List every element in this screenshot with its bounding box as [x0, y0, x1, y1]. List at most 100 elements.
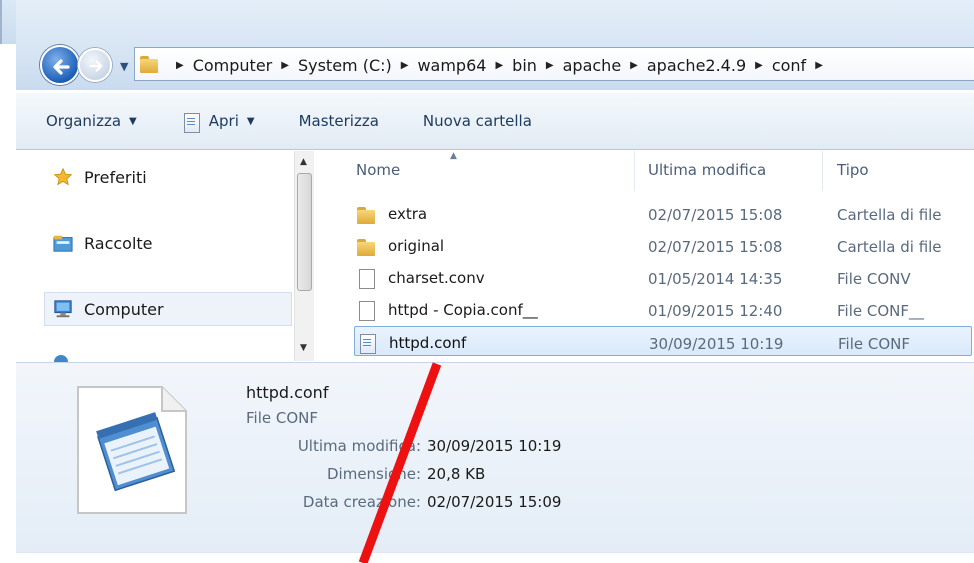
file-type: Cartella di file: [837, 238, 942, 256]
organize-button[interactable]: Organizza ▼: [46, 112, 137, 130]
file-name-cell: charset.conv: [356, 268, 485, 289]
status-strip: [16, 552, 974, 563]
burn-label: Masterizza: [298, 112, 379, 130]
file-name: httpd - Copia.conf__: [388, 301, 538, 319]
new-folder-button[interactable]: Nuova cartella: [423, 112, 532, 130]
chevron-right-icon[interactable]: ▶: [630, 60, 638, 71]
chevron-right-icon[interactable]: ▶: [281, 60, 289, 71]
chevron-down-icon: ▼: [129, 115, 137, 127]
folder-icon: [139, 53, 161, 75]
folder-icon: [356, 236, 378, 256]
breadcrumb-conf[interactable]: conf: [772, 56, 806, 75]
chevron-right-icon[interactable]: ▶: [815, 60, 823, 71]
details-modified-row: Ultima modifica: 30/09/2015 10:19: [286, 437, 562, 455]
sort-ascending-icon: ▲: [450, 151, 457, 161]
file-list: ▲ Nome Ultima modifica Tipo extra 02/07/…: [316, 151, 974, 361]
column-header-modified[interactable]: Ultima modifica: [648, 151, 766, 189]
nav-item-libraries[interactable]: Raccolte: [52, 233, 153, 253]
breadcrumb-system-c[interactable]: System (C:): [298, 56, 392, 75]
details-file-name: httpd.conf: [246, 383, 329, 402]
file-name: original: [388, 237, 445, 255]
breadcrumb-computer[interactable]: Computer: [193, 56, 273, 75]
nav-item-label: Computer: [84, 299, 164, 319]
file-modified: 01/09/2015 12:40: [648, 302, 783, 320]
breadcrumb-wamp64[interactable]: wamp64: [417, 56, 486, 75]
details-modified-label: Ultima modifica:: [297, 437, 421, 455]
file-icon: [356, 268, 378, 289]
chevron-right-icon[interactable]: ▶: [495, 60, 503, 71]
breadcrumb-apache[interactable]: apache: [563, 56, 622, 75]
details-size-value: 20,8 KB: [427, 465, 486, 483]
file-name-cell: extra: [356, 204, 427, 224]
breadcrumb-bin[interactable]: bin: [512, 56, 537, 75]
file-row[interactable]: original 02/07/2015 15:08 Cartella di fi…: [356, 230, 974, 260]
file-modified: 30/09/2015 10:19: [649, 335, 784, 353]
explorer-window: ▼ ▶ Computer ▶ System (C:) ▶ wamp64 ▶ bi…: [16, 0, 974, 563]
file-row[interactable]: extra 02/07/2015 15:08 Cartella di file: [356, 198, 974, 228]
file-row[interactable]: httpd - Copia.conf__ 01/09/2015 12:40 Fi…: [356, 294, 974, 324]
breadcrumb-apache249[interactable]: apache2.4.9: [647, 56, 746, 75]
recent-pages-dropdown[interactable]: ▼: [120, 60, 128, 73]
file-name-cell: httpd - Copia.conf__: [356, 300, 538, 321]
details-created-value: 02/07/2015 15:09: [427, 493, 562, 511]
navigation-pane: Preferiti Raccolte Computer: [16, 151, 316, 363]
forward-button[interactable]: [78, 48, 112, 82]
details-size-label: Dimensione:: [326, 465, 421, 483]
file-icon: [356, 300, 378, 321]
open-button[interactable]: Apri ▼: [181, 112, 255, 133]
file-name-cell: httpd.conf: [357, 333, 467, 354]
details-size-row: Dimensione: 20,8 KB: [286, 465, 485, 483]
nav-item-favorites[interactable]: Preferiti: [52, 167, 147, 187]
organize-label: Organizza: [46, 112, 122, 130]
back-button[interactable]: [40, 45, 80, 85]
column-divider[interactable]: [822, 151, 823, 191]
file-name: extra: [388, 205, 428, 223]
chevron-right-icon[interactable]: ▶: [546, 60, 554, 71]
chevron-right-icon[interactable]: ▶: [176, 60, 184, 71]
command-toolbar: Organizza ▼ Apri ▼ Masterizza Nuova cart…: [16, 92, 974, 150]
file-row-selected[interactable]: httpd.conf 30/09/2015 10:19 File CONF: [354, 326, 972, 356]
folder-icon: [356, 204, 378, 224]
back-arrow-icon: [53, 59, 70, 75]
file-type: File CONV: [837, 270, 911, 288]
details-pane: httpd.conf File CONF Ultima modifica: 30/…: [16, 362, 974, 552]
nav-item-label: Raccolte: [84, 233, 153, 253]
notepad-large-icon: [76, 385, 188, 515]
file-type: File CONF: [838, 335, 910, 353]
scroll-down-icon[interactable]: ▼: [300, 343, 307, 353]
column-header-type[interactable]: Tipo: [837, 151, 869, 189]
file-name: httpd.conf: [389, 334, 467, 352]
details-modified-value: 30/09/2015 10:19: [427, 437, 562, 455]
details-created-row: Data creazione: 02/07/2015 15:09: [286, 493, 562, 511]
open-label: Apri: [208, 112, 239, 130]
star-icon: [52, 167, 74, 187]
libraries-icon: [52, 233, 74, 253]
address-bar[interactable]: ▶ Computer ▶ System (C:) ▶ wamp64 ▶ bin …: [134, 47, 974, 81]
navigation-bar: ▼ ▶ Computer ▶ System (C:) ▶ wamp64 ▶ bi…: [16, 0, 974, 90]
nav-item-computer-content[interactable]: Computer: [52, 299, 164, 319]
file-type: Cartella di file: [837, 206, 942, 224]
column-header-name[interactable]: Nome: [356, 151, 400, 189]
computer-icon: [52, 299, 74, 319]
notepad-file-icon: [357, 333, 379, 354]
chevron-right-icon[interactable]: ▶: [755, 60, 763, 71]
file-name-cell: original: [356, 236, 444, 256]
burn-button[interactable]: Masterizza: [299, 112, 379, 130]
chevron-right-icon[interactable]: ▶: [401, 60, 409, 71]
breadcrumb: ▶ Computer ▶ System (C:) ▶ wamp64 ▶ bin …: [167, 48, 832, 82]
file-modified: 01/05/2014 14:35: [648, 270, 783, 288]
details-created-label: Data creazione:: [302, 493, 421, 511]
file-type: File CONF__: [837, 302, 924, 320]
file-row[interactable]: charset.conv 01/05/2014 14:35 File CONV: [356, 262, 974, 292]
details-file-type: File CONF: [246, 409, 318, 427]
new-folder-label: Nuova cartella: [422, 112, 532, 130]
file-name: charset.conv: [388, 269, 485, 287]
notepad-icon: [181, 112, 203, 133]
chevron-down-icon: ▼: [246, 115, 255, 127]
scrollbar-thumb[interactable]: [297, 173, 312, 291]
file-modified: 02/07/2015 15:08: [648, 238, 783, 256]
column-divider[interactable]: [634, 151, 635, 191]
scroll-up-icon[interactable]: ▲: [300, 157, 307, 167]
nav-pane-scrollbar[interactable]: ▲ ▼: [294, 151, 314, 361]
nav-item-label: Preferiti: [84, 167, 147, 187]
